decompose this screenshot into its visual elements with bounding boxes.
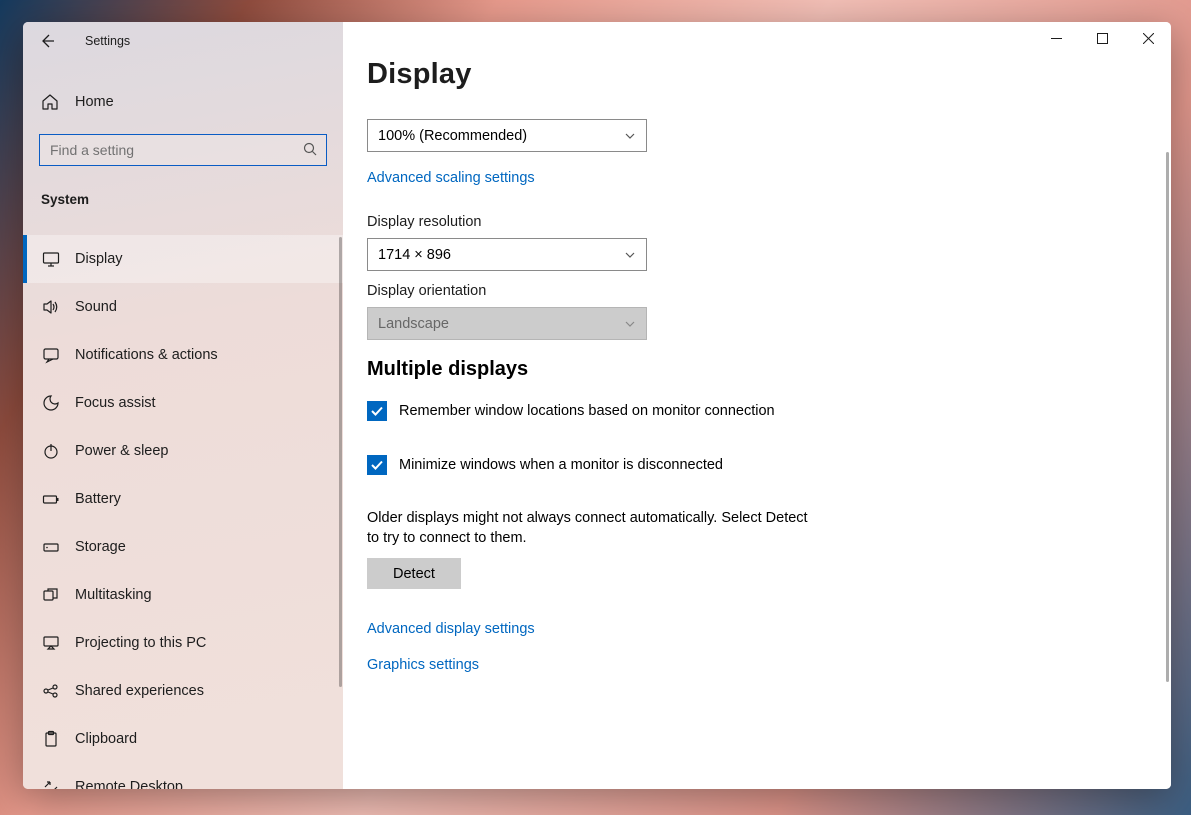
chevron-down-icon (624, 130, 636, 142)
maximize-icon (1097, 33, 1108, 44)
shared-experiences-icon (41, 682, 61, 700)
sidebar-item-label: Notifications & actions (75, 347, 218, 363)
back-button[interactable] (37, 31, 57, 51)
titlebar: Settings (23, 22, 343, 60)
advanced-scaling-link[interactable]: Advanced scaling settings (367, 170, 535, 186)
content-scrollbar[interactable] (1166, 152, 1169, 682)
scale-value: 100% (Recommended) (378, 128, 527, 144)
advanced-display-link[interactable]: Advanced display settings (367, 621, 535, 637)
checkmark-icon (370, 458, 384, 472)
sidebar-item-label: Remote Desktop (75, 779, 183, 789)
remember-locations-label: Remember window locations based on monit… (399, 403, 775, 419)
orientation-dropdown: Landscape (367, 307, 647, 340)
sidebar-group-header: System (23, 166, 343, 217)
scale-dropdown[interactable]: 100% (Recommended) (367, 119, 647, 152)
close-icon (1143, 33, 1154, 44)
detect-button[interactable]: Detect (367, 558, 461, 589)
resolution-dropdown[interactable]: 1714 × 896 (367, 238, 647, 271)
power-icon (41, 442, 61, 460)
sound-icon (41, 298, 61, 316)
sidebar-item-notifications[interactable]: Notifications & actions (23, 331, 343, 379)
sidebar-item-battery[interactable]: Battery (23, 475, 343, 523)
multiple-displays-header: Multiple displays (367, 358, 1171, 381)
arrow-left-icon (39, 33, 55, 49)
settings-window: Settings Home System Display (23, 22, 1171, 789)
sidebar-item-label: Display (75, 251, 123, 267)
sidebar-item-label: Focus assist (75, 395, 156, 411)
focus-assist-icon (41, 394, 61, 412)
checkmark-icon (370, 404, 384, 418)
window-controls (1033, 22, 1171, 54)
clipboard-icon (41, 730, 61, 748)
remember-locations-row: Remember window locations based on monit… (367, 401, 1171, 421)
projecting-icon (41, 634, 61, 652)
home-label: Home (75, 94, 114, 110)
minimize-on-disconnect-checkbox[interactable] (367, 455, 387, 475)
storage-icon (41, 538, 61, 556)
sidebar-scrollbar[interactable] (339, 237, 342, 687)
home-icon (41, 93, 61, 111)
sidebar-item-focus-assist[interactable]: Focus assist (23, 379, 343, 427)
sidebar-nav: Display Sound Notifications & actions Fo… (23, 235, 343, 789)
orientation-label: Display orientation (367, 283, 1171, 299)
battery-icon (41, 490, 61, 508)
sidebar-item-shared-experiences[interactable]: Shared experiences (23, 667, 343, 715)
chevron-down-icon (624, 318, 636, 330)
sidebar-item-clipboard[interactable]: Clipboard (23, 715, 343, 763)
sidebar-item-label: Clipboard (75, 731, 137, 747)
sidebar-item-display[interactable]: Display (23, 235, 343, 283)
multitasking-icon (41, 586, 61, 604)
detect-helper-text: Older displays might not always connect … (367, 509, 817, 548)
app-title: Settings (85, 34, 130, 48)
search-input[interactable] (39, 134, 327, 166)
minimize-on-disconnect-row: Minimize windows when a monitor is disco… (367, 455, 1171, 475)
resolution-label: Display resolution (367, 214, 1171, 230)
notifications-icon (41, 346, 61, 364)
maximize-button[interactable] (1079, 22, 1125, 54)
sidebar-item-label: Sound (75, 299, 117, 315)
sidebar-item-label: Storage (75, 539, 126, 555)
sidebar-item-label: Shared experiences (75, 683, 204, 699)
sidebar-item-multitasking[interactable]: Multitasking (23, 571, 343, 619)
sidebar-item-label: Battery (75, 491, 121, 507)
remote-desktop-icon (41, 778, 61, 789)
resolution-value: 1714 × 896 (378, 247, 451, 263)
chevron-down-icon (624, 249, 636, 261)
sidebar-item-storage[interactable]: Storage (23, 523, 343, 571)
sidebar-item-label: Projecting to this PC (75, 635, 206, 651)
minimize-button[interactable] (1033, 22, 1079, 54)
sidebar-item-projecting[interactable]: Projecting to this PC (23, 619, 343, 667)
close-button[interactable] (1125, 22, 1171, 54)
graphics-settings-link[interactable]: Graphics settings (367, 657, 479, 673)
search-wrap (23, 124, 343, 166)
sidebar-item-label: Power & sleep (75, 443, 169, 459)
minimize-on-disconnect-label: Minimize windows when a monitor is disco… (399, 457, 723, 473)
remember-locations-checkbox[interactable] (367, 401, 387, 421)
orientation-value: Landscape (378, 316, 449, 332)
page-title: Display (367, 58, 1171, 91)
sidebar-item-power-sleep[interactable]: Power & sleep (23, 427, 343, 475)
sidebar: Settings Home System Display (23, 22, 343, 789)
sidebar-item-remote-desktop[interactable]: Remote Desktop (23, 763, 343, 789)
display-icon (41, 250, 61, 268)
content-area: Display 100% (Recommended) Advanced scal… (343, 22, 1171, 789)
sidebar-item-sound[interactable]: Sound (23, 283, 343, 331)
sidebar-item-label: Multitasking (75, 587, 152, 603)
minimize-icon (1051, 33, 1062, 44)
sidebar-item-home[interactable]: Home (23, 80, 343, 124)
